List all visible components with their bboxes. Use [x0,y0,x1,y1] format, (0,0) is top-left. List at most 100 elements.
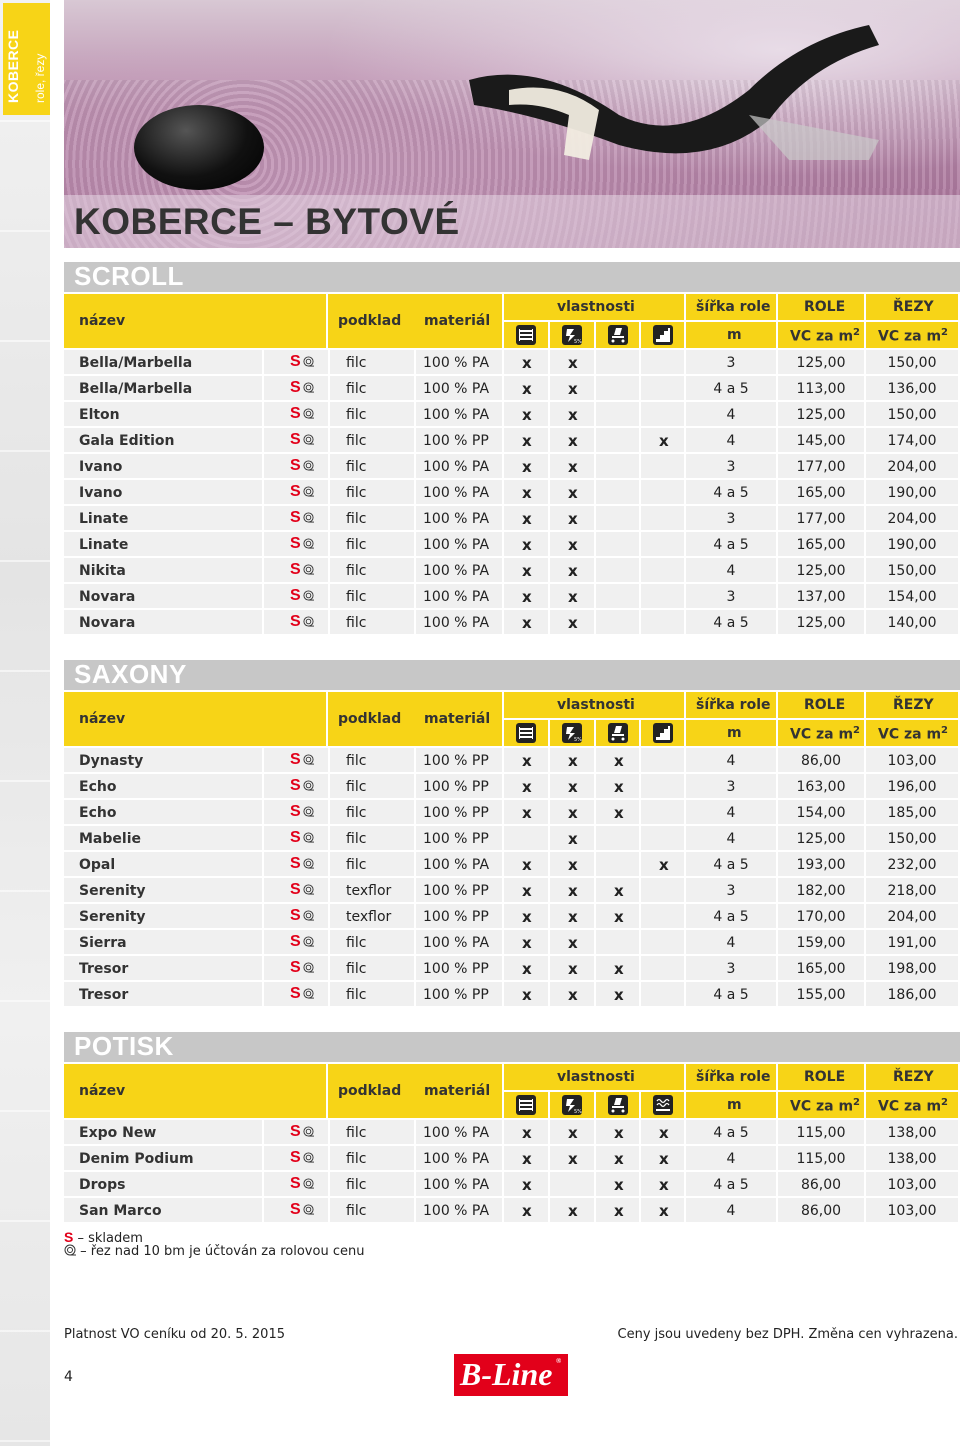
table-row: Novara Sfilc 100 % PA x x 4 a 5 125,00 140,00 [64,610,960,634]
table-row: Nikita Sfilc 100 % PA x x 4 125,00 150,00 [64,558,960,582]
podklad-value: filc [346,935,367,951]
table-cell [641,506,684,530]
table-row: Gala Edition Sfilc 100 % PP x x x 4 145,00 174,0… [64,428,960,452]
table-cell [641,480,684,504]
table-cell [641,826,684,850]
page-number: 4 [64,1369,73,1385]
material-value: 100 % PA [423,459,490,475]
material-value: 100 % PP [423,987,489,1003]
table-cell [641,800,684,824]
roll-icon [64,1244,76,1256]
table-row: Novara Sfilc 100 % PA x x 3 137,00 154,00 [64,584,960,608]
table-cell [330,506,414,530]
role-price: 145,00 [796,433,846,449]
table-cell [641,558,684,582]
role-price: 155,00 [796,987,846,1003]
property-mark: x [568,614,578,632]
b-line-logo: B-Line ® [454,1354,568,1396]
header-role-unit: VC za m2 [790,1097,860,1115]
rezy-price: 190,00 [887,537,937,553]
property-mark: x [522,1150,532,1168]
stock-mark: S [290,587,301,604]
sidebar-tab[interactable]: KOBERCE role, řezy [3,3,50,115]
property-mark: x [568,778,578,796]
header-sirka-unit: m [727,327,742,343]
sirka-value: 4 a 5 [713,1177,749,1193]
material-value: 100 % PA [423,1203,490,1219]
material-value: 100 % PA [423,1151,490,1167]
role-price: 86,00 [800,753,842,769]
product-name: Linate [79,511,129,527]
role-unit-sup: 2 [853,327,861,338]
table-cell [641,454,684,478]
sirka-value: 4 a 5 [713,1125,749,1141]
rezy-unit-sup: 2 [941,1097,949,1108]
section-title-text: POTISK [74,1031,174,1061]
roll-icon [303,910,314,921]
rezy-price: 103,00 [887,1177,937,1193]
sirka-value: 4 a 5 [713,381,749,397]
svg-text:5%: 5% [574,339,582,345]
table-cell [641,982,684,1006]
roll-icon [303,936,314,947]
product-name: Tresor [79,961,129,977]
material-value: 100 % PP [423,961,489,977]
roll-icon [303,538,314,549]
property-mark: x [522,536,532,554]
table-cell [330,350,414,374]
antistatic-icon: 5% [562,325,582,345]
property-mark: x [522,1124,532,1142]
property-mark: x [614,986,624,1004]
sirka-value: 4 a 5 [713,615,749,631]
property-mark: x [614,882,624,900]
chair-castor-icon [608,723,628,743]
table-row: Expo New Sfilc 100 % PA x x x x 4 a 5 115,00 138,… [64,1120,960,1144]
property-mark: x [522,986,532,1004]
role-unit-sup: 2 [853,725,861,736]
property-mark: x [659,1176,669,1194]
header-sirka-unit: m [727,1097,742,1113]
stock-mark: S [290,1149,301,1166]
sirka-value: 4 [726,407,736,423]
rezy-unit-text: VC za m [878,726,942,743]
table-cell [330,610,414,634]
header-role-unit: VC za m2 [790,725,860,743]
stock-mark: S [290,353,301,370]
property-mark: x [568,960,578,978]
podklad-value: filc [346,589,367,605]
page-title: KOBERCE – BYTOVÉ [74,201,460,242]
podklad-value: filc [346,615,367,631]
property-mark: x [522,614,532,632]
header-role: ROLE [804,697,846,713]
material-value: 100 % PA [423,857,490,873]
rezy-price: 150,00 [887,563,937,579]
role-price: 86,00 [800,1177,842,1193]
role-price: 86,00 [800,1203,842,1219]
podklad-value: filc [346,563,367,579]
header-vlastnosti: vlastnosti [557,1069,635,1085]
table-cell [330,930,414,954]
sirka-value: 3 [726,459,736,475]
role-price: 125,00 [796,407,846,423]
table-row: Tresor Sfilc 100 % PP x x x 3 165,00 198,00 [64,956,960,980]
table-row: Serenity Stexflor 100 % PP x x x 4 a 5 170,00 20… [64,904,960,928]
role-price: 125,00 [796,831,846,847]
table-cell [330,800,414,824]
material-value: 100 % PP [423,753,489,769]
header-sirka: šířka role [696,299,771,315]
stock-mark: S [290,829,301,846]
rezy-price: 198,00 [887,961,937,977]
table-row: Echo Sfilc 100 % PP x x x 3 163,00 196,00 [64,774,960,798]
roll-icon [303,884,314,895]
sirka-value: 4 a 5 [713,537,749,553]
stock-mark: S [64,1229,74,1245]
section-title-potisk: POTISK [64,1031,960,1062]
role-price: 165,00 [796,537,846,553]
property-mark: x [568,986,578,1004]
property-mark: x [522,934,532,952]
property-mark: x [568,354,578,372]
rezy-price: 150,00 [887,407,937,423]
table-row: Bella/Marbella Sfilc 100 % PA x x 4 a 5 113,00… [64,376,960,400]
roll-icon [303,460,314,471]
roll-icon [303,1152,314,1163]
